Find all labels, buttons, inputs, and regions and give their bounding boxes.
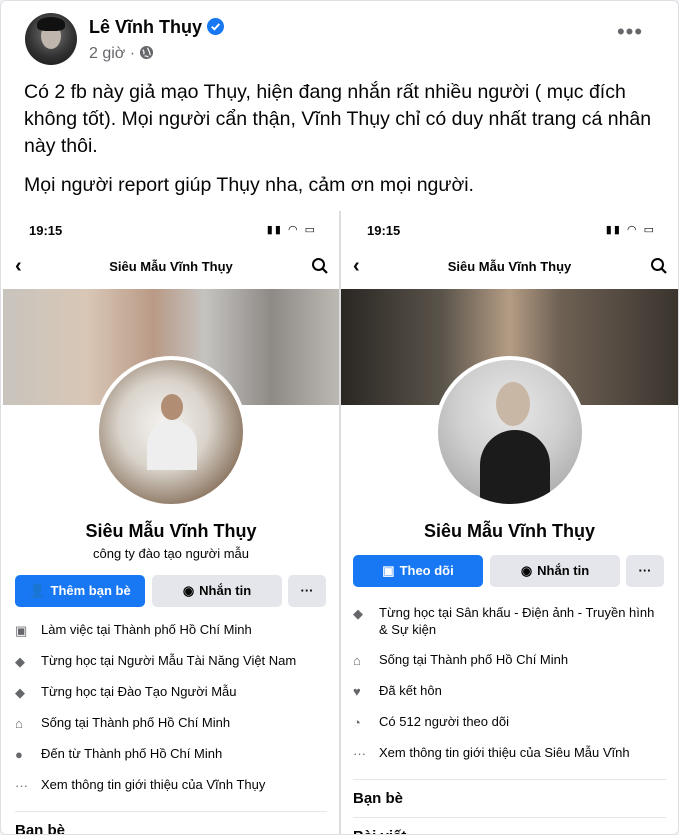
signal-wifi-battery-icon: ▮▮ ◠ ▭ <box>266 224 317 236</box>
more-options-button[interactable]: ··· <box>626 555 664 587</box>
screenshot-collage[interactable]: 19:15 ▮▮ ◠ ▭ ‹ Siêu Mẫu Vĩnh Thụy Siêu M… <box>3 211 678 834</box>
post-time[interactable]: 2 giờ <box>89 45 125 62</box>
message-button[interactable]: ◉ Nhắn tin <box>152 575 282 607</box>
friends-section-title[interactable]: Bạn bè <box>15 818 327 834</box>
post-options-button[interactable]: ••• <box>612 21 648 47</box>
info-text: Xem thông tin giới thiệu của Siêu Mẫu Vĩ… <box>379 745 630 760</box>
profile-actions: 👤 Thêm bạn bè ◉ Nhắn tin ··· <box>15 575 327 607</box>
see-about-link[interactable]: ··· Xem thông tin giới thiệu của Siêu Mẫu… <box>353 744 666 775</box>
ellipsis-icon: ··· <box>15 778 28 793</box>
info-row-lives-in[interactable]: ⌂ Sống tại Thành phố Hồ Chí Minh <box>15 714 327 745</box>
divider <box>353 817 666 818</box>
status-bar: 19:15 ▮▮ ◠ ▭ <box>341 211 678 247</box>
message-label: Nhắn tin <box>537 563 590 578</box>
location-pin-icon: ● <box>15 747 23 762</box>
info-row-lives-in[interactable]: ⌂ Sống tại Thành phố Hồ Chí Minh <box>353 651 666 682</box>
info-row-education[interactable]: ◆ Từng học tại Đào Tạo Người Mẫu <box>15 683 327 714</box>
post-header: Lê Vĩnh Thụy 2 giờ · ••• <box>17 11 662 71</box>
info-text: Có 512 người theo dõi <box>379 714 509 729</box>
status-time: 19:15 <box>367 223 401 238</box>
graduation-cap-icon: ◆ <box>15 654 25 669</box>
info-row-work[interactable]: ▣ Làm việc tại Thành phố Hồ Chí Minh <box>15 621 327 652</box>
info-row-from[interactable]: ● Đến từ Thành phố Hồ Chí Minh <box>15 745 327 776</box>
globe-icon <box>140 45 154 60</box>
author-avatar[interactable] <box>25 13 77 65</box>
briefcase-icon: ▣ <box>15 623 28 638</box>
info-text: Từng học tại Người Mẫu Tài Năng Việt Nam <box>41 653 297 668</box>
info-row-relationship[interactable]: ♥ Đã kết hôn <box>353 682 666 713</box>
add-friend-button[interactable]: 👤 Thêm bạn bè <box>15 575 145 607</box>
info-text: Sống tại Thành phố Hồ Chí Minh <box>379 652 569 667</box>
post-body: Có 2 fb này giả mạo Thụy, hiện đang nhắn… <box>24 79 654 211</box>
signal-wifi-battery-icon: ▮▮ ◠ ▭ <box>605 224 656 236</box>
info-text: Từng học tại Đào Tạo Người Mẫu <box>41 684 237 699</box>
search-icon[interactable] <box>650 257 668 275</box>
divider <box>353 779 666 780</box>
profile-info-list: ▣ Làm việc tại Thành phố Hồ Chí Minh ◆ Từn… <box>15 621 327 834</box>
verified-badge-icon <box>207 18 225 35</box>
messenger-icon: ◉ <box>182 583 195 598</box>
status-bar: 19:15 ▮▮ ◠ ▭ <box>3 211 339 247</box>
post-meta: 2 giờ · <box>89 45 154 63</box>
add-friend-icon: 👤 <box>29 583 46 598</box>
fake-profile-screenshot-1[interactable]: 19:15 ▮▮ ◠ ▭ ‹ Siêu Mẫu Vĩnh Thụy Siêu M… <box>3 211 339 834</box>
search-icon[interactable] <box>311 257 329 275</box>
info-row-followers[interactable]: ◔ Có 512 người theo dõi <box>353 713 666 744</box>
profile-picture <box>433 356 586 508</box>
message-label: Nhắn tin <box>199 583 252 598</box>
graduation-cap-icon: ◆ <box>15 685 25 700</box>
author-name-row: Lê Vĩnh Thụy <box>89 17 225 38</box>
ellipsis-icon: ··· <box>353 746 366 761</box>
fake-profile-screenshot-2[interactable]: 19:15 ▮▮ ◠ ▭ ‹ Siêu Mẫu Vĩnh Thụy Siêu M… <box>341 211 678 834</box>
info-text: Đã kết hôn <box>379 683 442 698</box>
posts-section-title[interactable]: Bài viết <box>353 824 666 834</box>
rss-icon: ◔ <box>353 715 361 730</box>
heart-icon: ♥ <box>353 684 361 699</box>
follow-icon: ▣ <box>382 563 395 578</box>
follow-label: Theo dõi <box>399 563 454 578</box>
info-text: Sống tại Thành phố Hồ Chí Minh <box>41 715 231 730</box>
nav-bar: ‹ Siêu Mẫu Vĩnh Thụy <box>341 255 678 281</box>
divider <box>15 811 327 812</box>
info-text: Làm việc tại Thành phố Hồ Chí Minh <box>41 622 252 637</box>
graduation-cap-icon: ◆ <box>353 606 363 621</box>
add-friend-label: Thêm bạn bè <box>50 583 131 598</box>
see-about-link[interactable]: ··· Xem thông tin giới thiệu của Vĩnh Thụ… <box>15 776 327 807</box>
info-text: Xem thông tin giới thiệu của Vĩnh Thụy <box>41 777 266 792</box>
profile-name: Siêu Mẫu Vĩnh Thụy <box>85 521 257 541</box>
post-paragraph-2: Mọi người report giúp Thụy nha, cảm ơn m… <box>24 174 474 196</box>
status-time: 19:15 <box>29 223 63 238</box>
info-text: Đến từ Thành phố Hồ Chí Minh <box>41 746 223 761</box>
author-name[interactable]: Lê Vĩnh Thụy <box>89 17 202 37</box>
nav-title: Siêu Mẫu Vĩnh Thụy <box>109 259 233 274</box>
profile-subtitle: công ty đào tạo người mẫu <box>93 546 249 561</box>
profile-actions: ▣ Theo dõi ◉ Nhắn tin ··· <box>353 555 666 587</box>
home-icon: ⌂ <box>353 653 361 668</box>
info-text: Từng học tại Sân khấu - Điện ảnh - Truyề… <box>379 605 655 637</box>
friends-section-title[interactable]: Bạn bè <box>353 786 666 807</box>
nav-title: Siêu Mẫu Vĩnh Thụy <box>447 259 572 274</box>
message-button[interactable]: ◉ Nhắn tin <box>490 555 620 587</box>
post-paragraph-1: Có 2 fb này giả mạo Thụy, hiện đang nhắn… <box>24 81 652 157</box>
profile-picture <box>95 356 247 508</box>
home-icon: ⌂ <box>15 716 23 731</box>
more-options-button[interactable]: ··· <box>288 575 326 607</box>
nav-bar: ‹ Siêu Mẫu Vĩnh Thụy <box>3 255 339 281</box>
follow-button[interactable]: ▣ Theo dõi <box>353 555 483 587</box>
messenger-icon: ◉ <box>520 563 533 578</box>
profile-name: Siêu Mẫu Vĩnh Thụy <box>423 521 595 541</box>
profile-info-list: ◆ Từng học tại Sân khấu - Điện ảnh - Truy… <box>353 604 666 834</box>
info-row-education[interactable]: ◆ Từng học tại Sân khấu - Điện ảnh - Truy… <box>353 604 666 651</box>
facebook-post: Lê Vĩnh Thụy 2 giờ · ••• Có 2 fb này giả… <box>0 0 679 835</box>
info-row-education[interactable]: ◆ Từng học tại Người Mẫu Tài Năng Việt Na… <box>15 652 327 683</box>
